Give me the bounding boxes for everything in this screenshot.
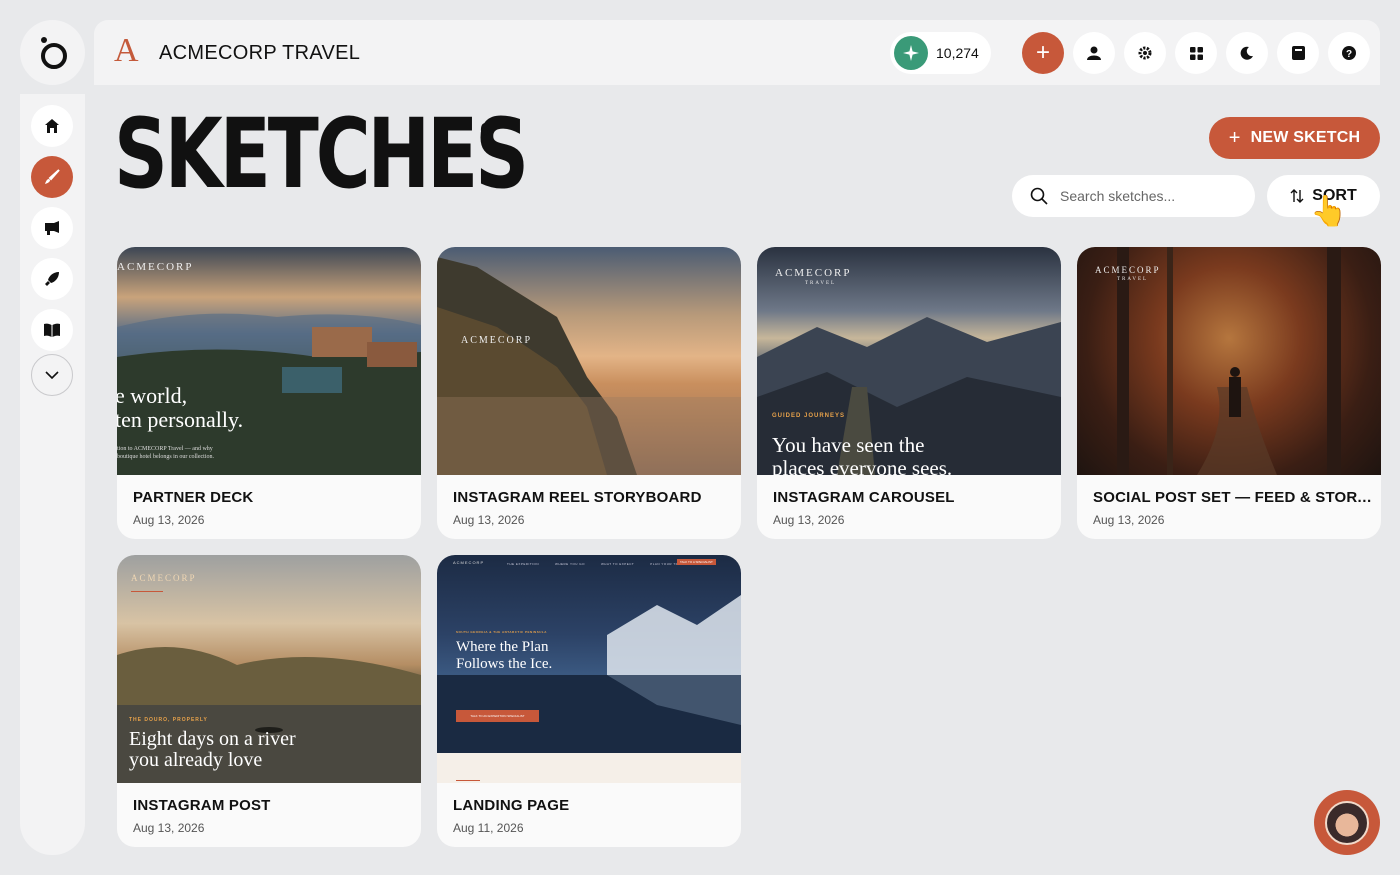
- sketch-card[interactable]: ACMECORP TRAVEL GUIDED JOURNEYS You have…: [757, 247, 1061, 539]
- thumb-headline-2: Follows the Ice.: [456, 656, 553, 672]
- plus-icon: +: [1228, 126, 1241, 149]
- rocket-icon: [45, 272, 59, 286]
- sketch-card[interactable]: ACMECORP e world, ten personally. tion t…: [117, 247, 421, 539]
- app-logo-icon: [40, 36, 67, 69]
- credits-badge[interactable]: 10,274: [890, 32, 991, 74]
- home-icon: [45, 119, 59, 133]
- thumb-brand: ACMECORP: [131, 573, 197, 583]
- new-sketch-label: NEW SKETCH: [1250, 129, 1361, 146]
- page-title: SKETCHES: [114, 98, 529, 210]
- brand-mark: A: [114, 32, 139, 69]
- thumb-brand: ACMECORP: [453, 560, 485, 565]
- thumb-headline-1: e world,: [117, 383, 188, 408]
- thumb-headline-1: Where the Plan: [456, 639, 549, 655]
- card-date: Aug 13, 2026: [1093, 513, 1165, 527]
- help-icon: ?: [1342, 46, 1356, 60]
- thumb-body: tion to ACMECORP Travel — and why boutiq…: [117, 446, 214, 461]
- card-title: INSTAGRAM POST: [133, 797, 271, 814]
- sidebar: [20, 94, 85, 855]
- sketch-card[interactable]: ACMECORP THE DOURO, PROPERLY Eight days …: [117, 555, 421, 847]
- megaphone-icon: [45, 221, 59, 235]
- thumb-nav-cta: TALK TO A SPECIALIST: [677, 559, 716, 565]
- sidebar-item-sketches[interactable]: [31, 156, 73, 198]
- search-input[interactable]: [1060, 188, 1230, 204]
- thumb-sub: TRAVEL: [805, 281, 837, 286]
- book-icon: [1291, 46, 1305, 60]
- brand-name: ACMECORP TRAVEL: [159, 42, 361, 64]
- sort-icon: [1290, 189, 1304, 203]
- card-title: LANDING PAGE: [453, 797, 570, 814]
- sketch-thumbnail: ACMECORP TRAVEL: [1077, 247, 1381, 475]
- thumb-eyebrow: SOUTH GEORGIA & THE ANTARCTIC PENINSULA: [456, 630, 547, 634]
- thumb-eyebrow: THE DOURO, PROPERLY: [129, 717, 208, 723]
- sparkle-icon: [894, 36, 928, 70]
- moon-icon: [1240, 46, 1253, 60]
- thumb-cta: TALK TO AN EXPEDITION SPECIALIST: [456, 710, 539, 722]
- apps-button[interactable]: [1175, 32, 1217, 74]
- card-date: Aug 13, 2026: [133, 821, 205, 835]
- help-button[interactable]: ?: [1328, 32, 1370, 74]
- thumb-eyebrow: GUIDED JOURNEYS: [772, 413, 846, 419]
- sidebar-more-button[interactable]: [31, 354, 73, 396]
- sidebar-item-campaigns[interactable]: [31, 207, 73, 249]
- sidebar-item-launch[interactable]: [31, 258, 73, 300]
- thumb-brand: ACMECORP: [1095, 265, 1161, 275]
- sidebar-item-home[interactable]: [31, 105, 73, 147]
- grid-icon: [1189, 46, 1203, 60]
- new-sketch-button[interactable]: + NEW SKETCH: [1209, 117, 1380, 159]
- search-icon: [1030, 187, 1048, 205]
- theme-toggle-button[interactable]: [1226, 32, 1268, 74]
- thumb-nav: THE EXPEDITION WHERE YOU GO WHAT TO EXPE…: [507, 562, 683, 566]
- gear-icon: [1138, 46, 1152, 60]
- card-date: Aug 13, 2026: [453, 513, 525, 527]
- card-title: PARTNER DECK: [133, 489, 254, 506]
- sketch-card[interactable]: ACMECORP INSTAGRAM REEL STORYBOARD Aug 1…: [437, 247, 741, 539]
- open-book-icon: [44, 323, 60, 337]
- sketch-card[interactable]: ACMECORP TRAVEL SOCIAL POST SET — FEED &…: [1077, 247, 1381, 539]
- thumb-headline-2: you already love: [129, 749, 263, 771]
- thumb-divider: [131, 591, 163, 592]
- thumb-brand: ACMECORP: [117, 261, 194, 273]
- thumb-headline-1: Eight days on a river: [129, 728, 296, 750]
- settings-button[interactable]: [1124, 32, 1166, 74]
- pointer-hand-icon: 👆: [1310, 195, 1348, 228]
- thumb-sub: TRAVEL: [1117, 277, 1149, 282]
- avatar: [1325, 800, 1369, 845]
- sketch-thumbnail: ACMECORP THE EXPEDITION WHERE YOU GO WHA…: [437, 555, 741, 783]
- sketch-thumbnail: ACMECORP THE DOURO, PROPERLY Eight days …: [117, 555, 421, 783]
- account-button[interactable]: [1073, 32, 1115, 74]
- sketch-thumbnail: ACMECORP TRAVEL GUIDED JOURNEYS You have…: [757, 247, 1061, 475]
- card-title: INSTAGRAM CAROUSEL: [773, 489, 955, 506]
- thumb-headline-2: ten personally.: [117, 407, 244, 432]
- coast-scene-image: [437, 257, 741, 475]
- card-date: Aug 11, 2026: [453, 821, 524, 835]
- sketch-thumbnail: ACMECORP: [437, 247, 741, 475]
- assistant-avatar-button[interactable]: [1314, 790, 1380, 855]
- sketch-card[interactable]: ACMECORP THE EXPEDITION WHERE YOU GO WHA…: [437, 555, 741, 847]
- card-title: SOCIAL POST SET — FEED & STORY ...: [1093, 489, 1375, 506]
- credits-value: 10,274: [936, 45, 979, 61]
- sidebar-item-guides[interactable]: [31, 309, 73, 351]
- card-date: Aug 13, 2026: [133, 513, 205, 527]
- thumb-divider: [456, 780, 480, 781]
- chevron-down-icon: [45, 371, 59, 379]
- card-title: INSTAGRAM REEL STORYBOARD: [453, 489, 702, 506]
- thumb-headline-2: places everyone sees.: [772, 456, 953, 475]
- villa-scene-image: [117, 313, 421, 475]
- app-logo[interactable]: [20, 20, 85, 85]
- search-box[interactable]: [1012, 175, 1255, 217]
- svg-text:?: ?: [1346, 49, 1352, 60]
- library-button[interactable]: [1277, 32, 1319, 74]
- user-icon: [1087, 46, 1101, 60]
- plus-icon: +: [1035, 39, 1050, 66]
- top-bar: A ACMECORP TRAVEL 10,274 + ?: [94, 20, 1380, 85]
- thumb-headline-1: You have seen the: [772, 433, 925, 457]
- thumb-brand: ACMECORP: [461, 335, 533, 346]
- sketch-thumbnail: ACMECORP e world, ten personally. tion t…: [117, 247, 421, 475]
- card-date: Aug 13, 2026: [773, 513, 845, 527]
- sketch-count: 6: [480, 120, 491, 140]
- thumb-brand: ACMECORP: [775, 267, 852, 279]
- brush-icon: [45, 169, 60, 184]
- create-button[interactable]: +: [1022, 32, 1064, 74]
